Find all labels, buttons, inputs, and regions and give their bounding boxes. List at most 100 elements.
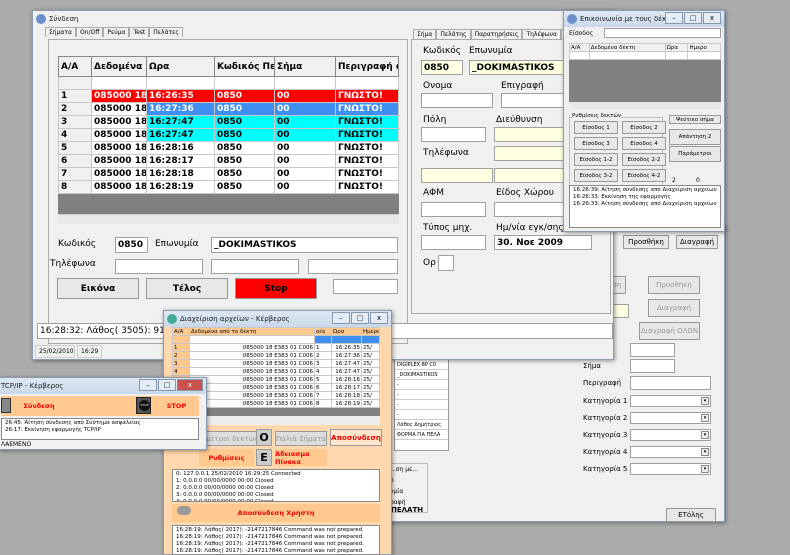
phone-field-2[interactable] [211,259,299,274]
space-type-field[interactable] [494,202,564,217]
grid-cell[interactable] [361,335,380,344]
phone-field-3[interactable] [308,259,398,274]
grid-cell[interactable]: 00 [274,180,336,194]
grid-cell[interactable]: 00 [274,154,336,168]
input-button-4[interactable]: Είσοδος 1-2 [574,153,618,166]
right-tab-1[interactable]: Πελάτης [436,29,471,39]
table-row[interactable]: 3085000 18 I16:27:47085000ΓΝΩΣΤΟ! [58,115,399,129]
grid-cell[interactable]: 0850 [214,154,275,168]
column-header[interactable]: Δεδομένα από το δέκτη [189,327,315,336]
chevron-down-icon[interactable]: ▾ [701,431,709,439]
table-row[interactable]: 4085000 18 I16:27:47085000ΓΝΩΣΤΟ! [58,128,399,142]
grid-cell[interactable]: 085000 18 I [91,115,147,129]
grid-cell[interactable]: ΓΝΩΣΤΟ! [335,128,399,142]
chevron-down-icon[interactable]: ▾ [701,414,709,422]
grid-cell[interactable]: 00 [274,89,336,103]
customer-list[interactable]: DIGIPLEX 8P C0 _DOKIMASTIKOS - - - - Λάθος Δημ… [394,359,449,451]
category-select[interactable]: ▾ [630,395,711,407]
grid-cell[interactable]: 085000 18 E383 01 C006 [189,351,315,360]
column-header[interactable]: Σήμα [274,56,336,77]
table-row[interactable]: 2085000 18 I16:27:36085000ΓΝΩΣΤΟ! [58,102,399,116]
side-button-0[interactable]: Ψεύτικο σήμα [669,115,721,124]
grid-cell[interactable] [172,335,190,344]
grid-cell[interactable]: 16:28:19 [331,399,362,408]
horizontal-scrollbar[interactable] [58,214,399,224]
op-field[interactable] [438,255,454,271]
right-tab-0[interactable]: Σήμα [413,29,437,39]
column-header[interactable]: Ημερο [361,327,380,336]
install-date-field[interactable]: 30. Νοε 2009 [494,235,592,250]
tab-3[interactable]: Test [129,27,150,37]
minimize-button[interactable]: – [332,312,350,324]
input-button-2[interactable]: Είσοδος 3 [574,137,618,150]
grid-new-row[interactable] [569,51,721,60]
chevron-down-icon[interactable]: ▾ [701,397,709,405]
category-select[interactable]: ▾ [630,412,711,424]
address-field[interactable] [494,127,564,142]
close-button[interactable]: x [370,312,388,324]
column-header[interactable]: Ωρα [146,56,215,77]
grid-cell[interactable]: 25/ [361,359,380,368]
grid-cell[interactable]: 085000 18 E383 01 C006 [189,359,315,368]
category-select[interactable]: ▾ [630,463,711,475]
grid-cell[interactable]: 25/ [361,383,380,392]
column-header[interactable]: Ωρα [331,327,362,336]
grid-cell[interactable]: 085000 18 I [91,128,147,142]
old-signals-button[interactable]: Παλιά Σήματα [275,431,327,446]
column-header[interactable]: Δεδομένα [91,56,147,77]
sign-field[interactable] [501,93,564,108]
grid-cell[interactable]: 0850 [214,167,275,181]
grid-cell[interactable]: 25/ [361,391,380,400]
grid-cell[interactable]: 16:26:35 [331,343,362,352]
grid-cell[interactable]: 16:27:47 [331,359,362,368]
column-header[interactable]: Δεδομένα δέκτη [588,43,666,52]
input-field[interactable] [604,28,721,38]
group-item[interactable]: ό [390,475,427,486]
grid-cell[interactable]: 8 [314,399,332,408]
grid-cell[interactable]: ΓΝΩΣΤΟ! [335,154,399,168]
grid-cell[interactable]: 2 [172,351,190,360]
add-button-top[interactable]: Προσθήκη [623,235,669,249]
column-header[interactable]: Α/Α [58,56,92,77]
category-select[interactable]: ▾ [630,429,711,441]
grid-cell[interactable]: 085000 18 I [91,89,147,103]
grid-cell[interactable]: 4 [314,367,332,376]
table-row[interactable]: 1 085000 18 E383 01 C006 1 16:26:35 25/ [172,343,380,352]
connect-button[interactable]: Σύνδεση [19,398,59,413]
grid-cell[interactable]: 16:28:17 [146,154,215,168]
grid-cell[interactable]: 25/ [361,367,380,376]
first-name-field[interactable] [421,93,493,108]
grid-cell[interactable]: 085000 18 E383 01 C006 [189,391,315,400]
column-header[interactable]: Κωδικός Πε [214,56,275,77]
list-item[interactable]: Λάθος Δημήτριος [395,420,448,430]
maximize-button[interactable]: □ [351,312,369,324]
old-signals-icon[interactable]: O [256,429,272,446]
table-row[interactable]: 2 085000 18 E383 01 C006 2 16:27:36 25/ [172,351,380,360]
minimize-button[interactable]: – [139,379,157,391]
grid-cell[interactable]: 085000 18 E383 01 C006 [189,375,315,384]
receiver-grid[interactable]: Α/Α Δεδομένα δέκτη Ωρα Ημερο [569,43,721,109]
grid-cell[interactable]: 085000 18 E383 01 C006 [189,399,315,408]
list-item[interactable]: - [395,390,448,400]
close-button[interactable]: ETόλης [666,508,716,522]
cust-phone-1[interactable] [494,146,564,161]
grid-cell[interactable] [189,335,315,344]
table-row[interactable]: 8085000 18 I16:28:19085000ΓΝΩΣΤΟ! [58,180,399,194]
grid-cell[interactable]: 25/ [361,343,380,352]
user-disconnect-button[interactable]: Αποσύνδεση Χρήστη [172,504,380,522]
grid-cell[interactable] [214,76,275,90]
disconnect-button[interactable]: Αποσύνδεση [330,429,382,446]
grid-cell[interactable]: 16:27:47 [146,128,215,142]
grid-new-row[interactable] [172,335,380,344]
clear-table-button[interactable]: Άδειασμα Πίνακα [275,449,327,466]
grid-cell[interactable] [335,76,399,90]
grid-cell[interactable]: 085000 18 I [91,180,147,194]
input-button-3[interactable]: Είσοδος 4 [622,137,666,150]
device-type-field[interactable] [421,235,486,250]
horizontal-scrollbar[interactable] [569,102,721,109]
column-header[interactable]: Α/Α [172,327,190,336]
grid-cell[interactable]: 3 [58,115,92,129]
column-header[interactable]: α/α [314,327,332,336]
grid-cell[interactable]: ΓΝΩΣΤΟ! [335,180,399,194]
grid-cell[interactable]: 7 [58,167,92,181]
